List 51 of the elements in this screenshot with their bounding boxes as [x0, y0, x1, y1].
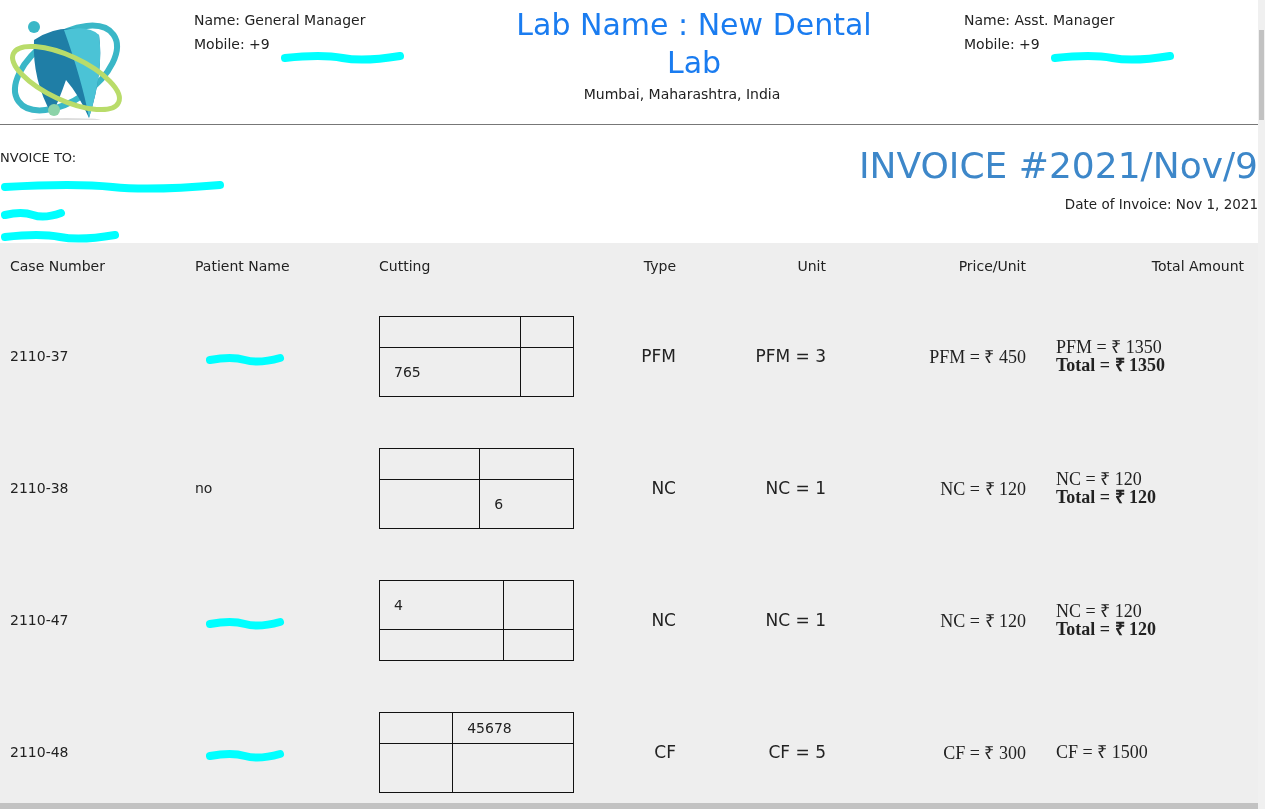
total-amount: Total = ₹ 120	[1056, 488, 1158, 506]
type-cell-text: NC	[650, 478, 677, 498]
price-cell-text: PFM = ₹ 450	[928, 346, 1027, 368]
column-header: Case Number	[10, 258, 106, 274]
column-header: Price/Unit	[957, 258, 1027, 274]
cutting-cell: 45678	[452, 712, 574, 743]
column-header: Patient Name	[195, 258, 291, 274]
cutting-cell	[503, 580, 574, 629]
amount-line: NC = ₹ 120	[1056, 602, 1143, 620]
vertical-scrollbar[interactable]	[1259, 30, 1264, 120]
redaction-mark	[0, 207, 66, 221]
cutting-cell: 765	[379, 347, 521, 396]
case-number-cell-text: 2110-48	[10, 744, 70, 760]
assistant-manager-mobile: Mobile: +9	[964, 35, 1040, 54]
type-cell-text: PFM	[640, 346, 677, 366]
amount-line: NC = ₹ 120	[1056, 470, 1143, 488]
invoice-date: Date of Invoice: Nov 1, 2021	[1064, 196, 1258, 212]
lab-title: Lab Name : New Dental Lab	[515, 6, 873, 82]
price-cell-text: CF = ₹ 300	[942, 742, 1027, 764]
lab-location: Mumbai, Maharashtra, India	[583, 86, 781, 102]
manager-mobile: Mobile: +9	[194, 35, 270, 54]
invoice-to-label: NVOICE TO:	[0, 150, 78, 165]
unit-cell-text: NC = 1	[764, 478, 827, 498]
type-cell-text: NC	[650, 610, 677, 630]
amount-line: CF = ₹ 1500	[1056, 743, 1149, 761]
unit-cell-text: NC = 1	[764, 610, 827, 630]
assistant-manager-name: Name: Asst. Manager	[964, 11, 1116, 30]
cutting-cell: 4	[379, 580, 504, 629]
total-amount: Total = ₹ 120	[1056, 620, 1158, 638]
patient-name-cell: no	[195, 480, 213, 496]
column-header: Type	[642, 258, 677, 274]
price-cell-text: NC = ₹ 120	[939, 610, 1027, 632]
cutting-cell	[503, 629, 574, 660]
cutting-cell	[520, 347, 574, 396]
cutting-cell	[520, 316, 574, 347]
type-cell-text: CF	[653, 742, 677, 762]
cutting-cell: 6	[479, 479, 574, 528]
horizontal-scrollbar[interactable]	[0, 803, 1258, 809]
case-number-cell-text: 2110-38	[10, 480, 70, 496]
amount-line: PFM = ₹ 1350	[1056, 338, 1163, 356]
invoice-number: INVOICE #2021/Nov/9	[858, 145, 1258, 186]
column-header: Total Amount	[1150, 258, 1245, 274]
case-number-cell-text: 2110-37	[10, 348, 70, 364]
total-amount: Total = ₹ 1350	[1056, 356, 1167, 374]
unit-cell-text: CF = 5	[767, 742, 827, 762]
case-number-cell-text: 2110-47	[10, 612, 70, 628]
unit-cell-text: PFM = 3	[754, 346, 827, 366]
manager-name: Name: General Manager	[194, 11, 367, 30]
column-header: Cutting	[379, 258, 432, 274]
column-header: Unit	[796, 258, 827, 274]
price-cell-text: NC = ₹ 120	[939, 478, 1027, 500]
